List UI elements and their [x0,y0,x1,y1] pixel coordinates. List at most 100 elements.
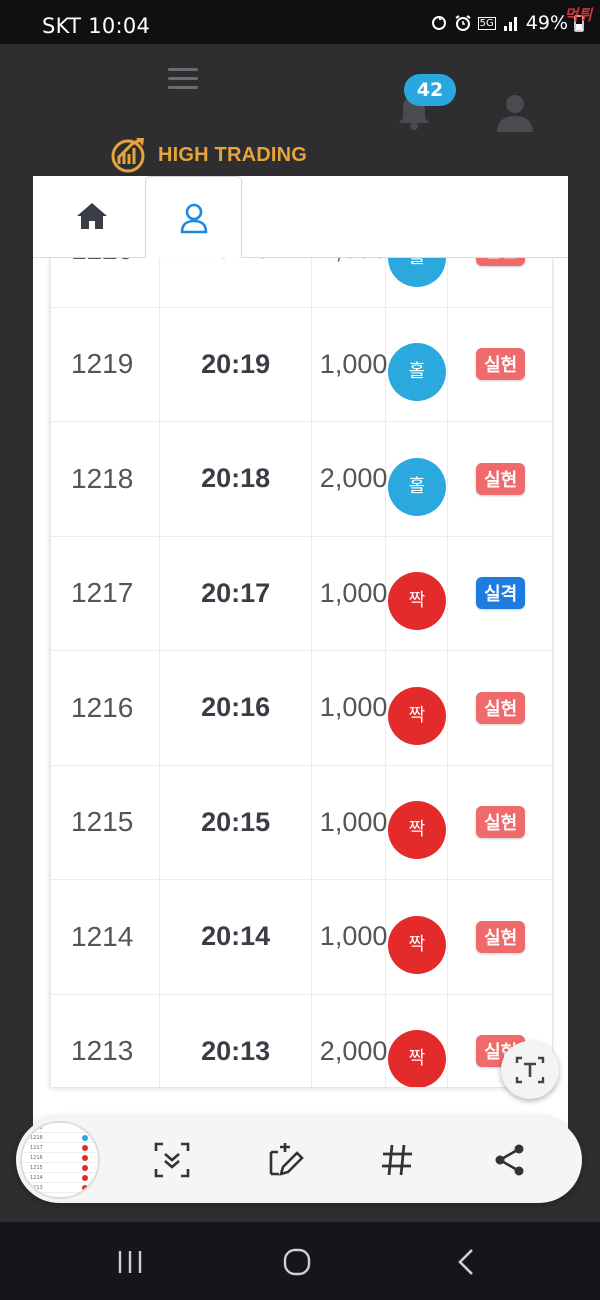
share-icon [495,1144,524,1176]
round-number: 1215 [50,764,160,880]
round-time: 20:19 [158,306,313,422]
result-ball: 홀 [387,343,446,402]
logo-mark-icon [111,138,145,173]
edit-icon [269,1143,304,1176]
status-badge: 실현 [476,348,526,381]
home-icon [76,203,107,229]
result-ball: 짝 [387,1030,446,1087]
home-circle-icon [283,1248,311,1276]
menu-icon[interactable] [168,68,198,94]
tab-user[interactable] [145,176,242,258]
status-cell: 실현 [447,258,552,308]
edit-button[interactable] [262,1137,308,1183]
bet-amount: 1,000 [311,764,388,880]
round-time: 20:17 [158,535,313,651]
main-panel: 122020:201,000홀실현121920:191,000홀실현121820… [33,176,568,1186]
result-ball-cell: 짝 [385,650,449,766]
bet-amount-value: 1,000 [319,577,388,608]
result-ball: 짝 [387,686,446,745]
signal-icon [503,17,517,31]
carrier-label: SKT [42,14,82,38]
profile-icon[interactable] [494,92,536,134]
result-ball-cell: 홀 [385,258,449,308]
table-row[interactable]: 1219 20:19 1,000 홀 실현 [50,306,552,422]
bet-amount: 1,000 [311,258,387,308]
recycle-icon [431,16,446,30]
round-time: 20:18 [158,421,313,537]
status-badge: 실격 [476,577,526,610]
system-nav-bar [0,1222,600,1300]
round-time: 20:14 [158,879,313,995]
bet-amount-value: 2,000 [319,463,388,494]
user-icon [180,203,207,233]
round-number: 1214 [50,879,160,995]
table-row[interactable]: 1213 20:13 2,000 짝 실현 [50,993,552,1087]
share-button[interactable] [487,1137,533,1183]
round-number: 1217 [50,535,160,651]
recents-button[interactable] [108,1240,152,1284]
tab-bar [33,176,568,258]
hashtag-icon [382,1144,412,1176]
round-number: 1218 [50,421,160,537]
scroll-capture-button[interactable] [149,1137,195,1183]
table-row[interactable]: 1218 20:18 2,000 홀 실현 [50,421,552,537]
hashtag-button[interactable] [374,1137,420,1183]
round-time: 20:16 [158,650,313,766]
back-button[interactable] [444,1240,488,1284]
round-time: 20:13 [158,993,313,1087]
bet-amount: 1,000 [311,879,388,995]
round-time: 20:15 [158,764,313,880]
status-badge: 실현 [476,691,526,724]
scroll-capture-icon [154,1142,190,1178]
brand-logo: HIGH TRADING [110,136,307,174]
status-cell: 실현 [447,421,552,537]
screenshot-thumbnail[interactable]: 1216 1218 1217 1216 1215 1214 1213 [20,1121,100,1199]
table-row[interactable]: 1214 20:14 1,000 짝 실현 [50,879,552,995]
extract-text-button[interactable] [501,1041,559,1099]
status-cell: 실현 [447,764,552,880]
back-icon [458,1249,473,1275]
battery-label: 49% [525,12,568,34]
bet-amount: 1,000 [311,306,388,422]
watermark-logo: 먹튀 [564,6,592,24]
result-ball: 홀 [387,457,446,516]
status-bar: SKT 10:04 5G 49% 먹튀 [0,0,600,44]
result-ball: 짝 [387,915,446,974]
home-nav-button[interactable] [275,1240,319,1284]
status-cell: 실현 [447,650,552,766]
text-scan-icon [515,1056,545,1084]
round-time: 20:20 [158,258,313,308]
bet-amount: 2,000 [311,993,387,1087]
result-ball: 짝 [387,801,446,860]
clock: 10:04 [88,14,151,38]
tab-home[interactable] [43,176,140,256]
result-ball-cell: 홀 [385,421,449,537]
table-row[interactable]: 1217 20:17 1,000 짝 실격 [50,535,552,651]
screenshot-toolbar: 1216 1218 1217 1216 1215 1214 1213 [16,1117,582,1203]
table-row[interactable]: 1216 20:16 1,000 짝 실현 [50,650,552,766]
status-cell: 실격 [447,535,552,651]
status-cell: 실현 [447,879,552,995]
history-table[interactable]: 122020:201,000홀실현121920:191,000홀실현121820… [49,258,553,1088]
status-badge: 실현 [476,462,526,495]
status-left: SKT 10:04 [42,14,150,38]
bet-amount: 2,000 [311,421,388,537]
round-number: 1213 [50,993,160,1087]
result-ball-cell: 짝 [385,993,449,1087]
round-number: 1220 [50,258,160,308]
table-row[interactable]: 122020:20 1,000홀 실현 [50,258,552,308]
bet-amount-value: 1,000 [319,348,388,379]
round-number: 1216 [50,650,160,766]
status-badge: 실현 [476,920,526,953]
table-row[interactable]: 1215 20:15 1,000 짝 실현 [50,764,552,880]
bet-amount-value: 1,000 [319,921,388,952]
status-cell: 실현 [447,306,552,422]
result-ball-cell: 짝 [385,535,449,651]
recents-icon [118,1251,142,1273]
app-header: 42 HIGH TRADING [0,44,600,176]
history-table-grid: 122020:201,000홀실현121920:191,000홀실현121820… [50,258,552,1087]
bet-amount-value: 1,000 [319,806,388,837]
result-ball-cell: 짝 [385,764,449,880]
status-right: 5G 49% [430,12,584,34]
result-ball-cell: 홀 [385,306,449,422]
